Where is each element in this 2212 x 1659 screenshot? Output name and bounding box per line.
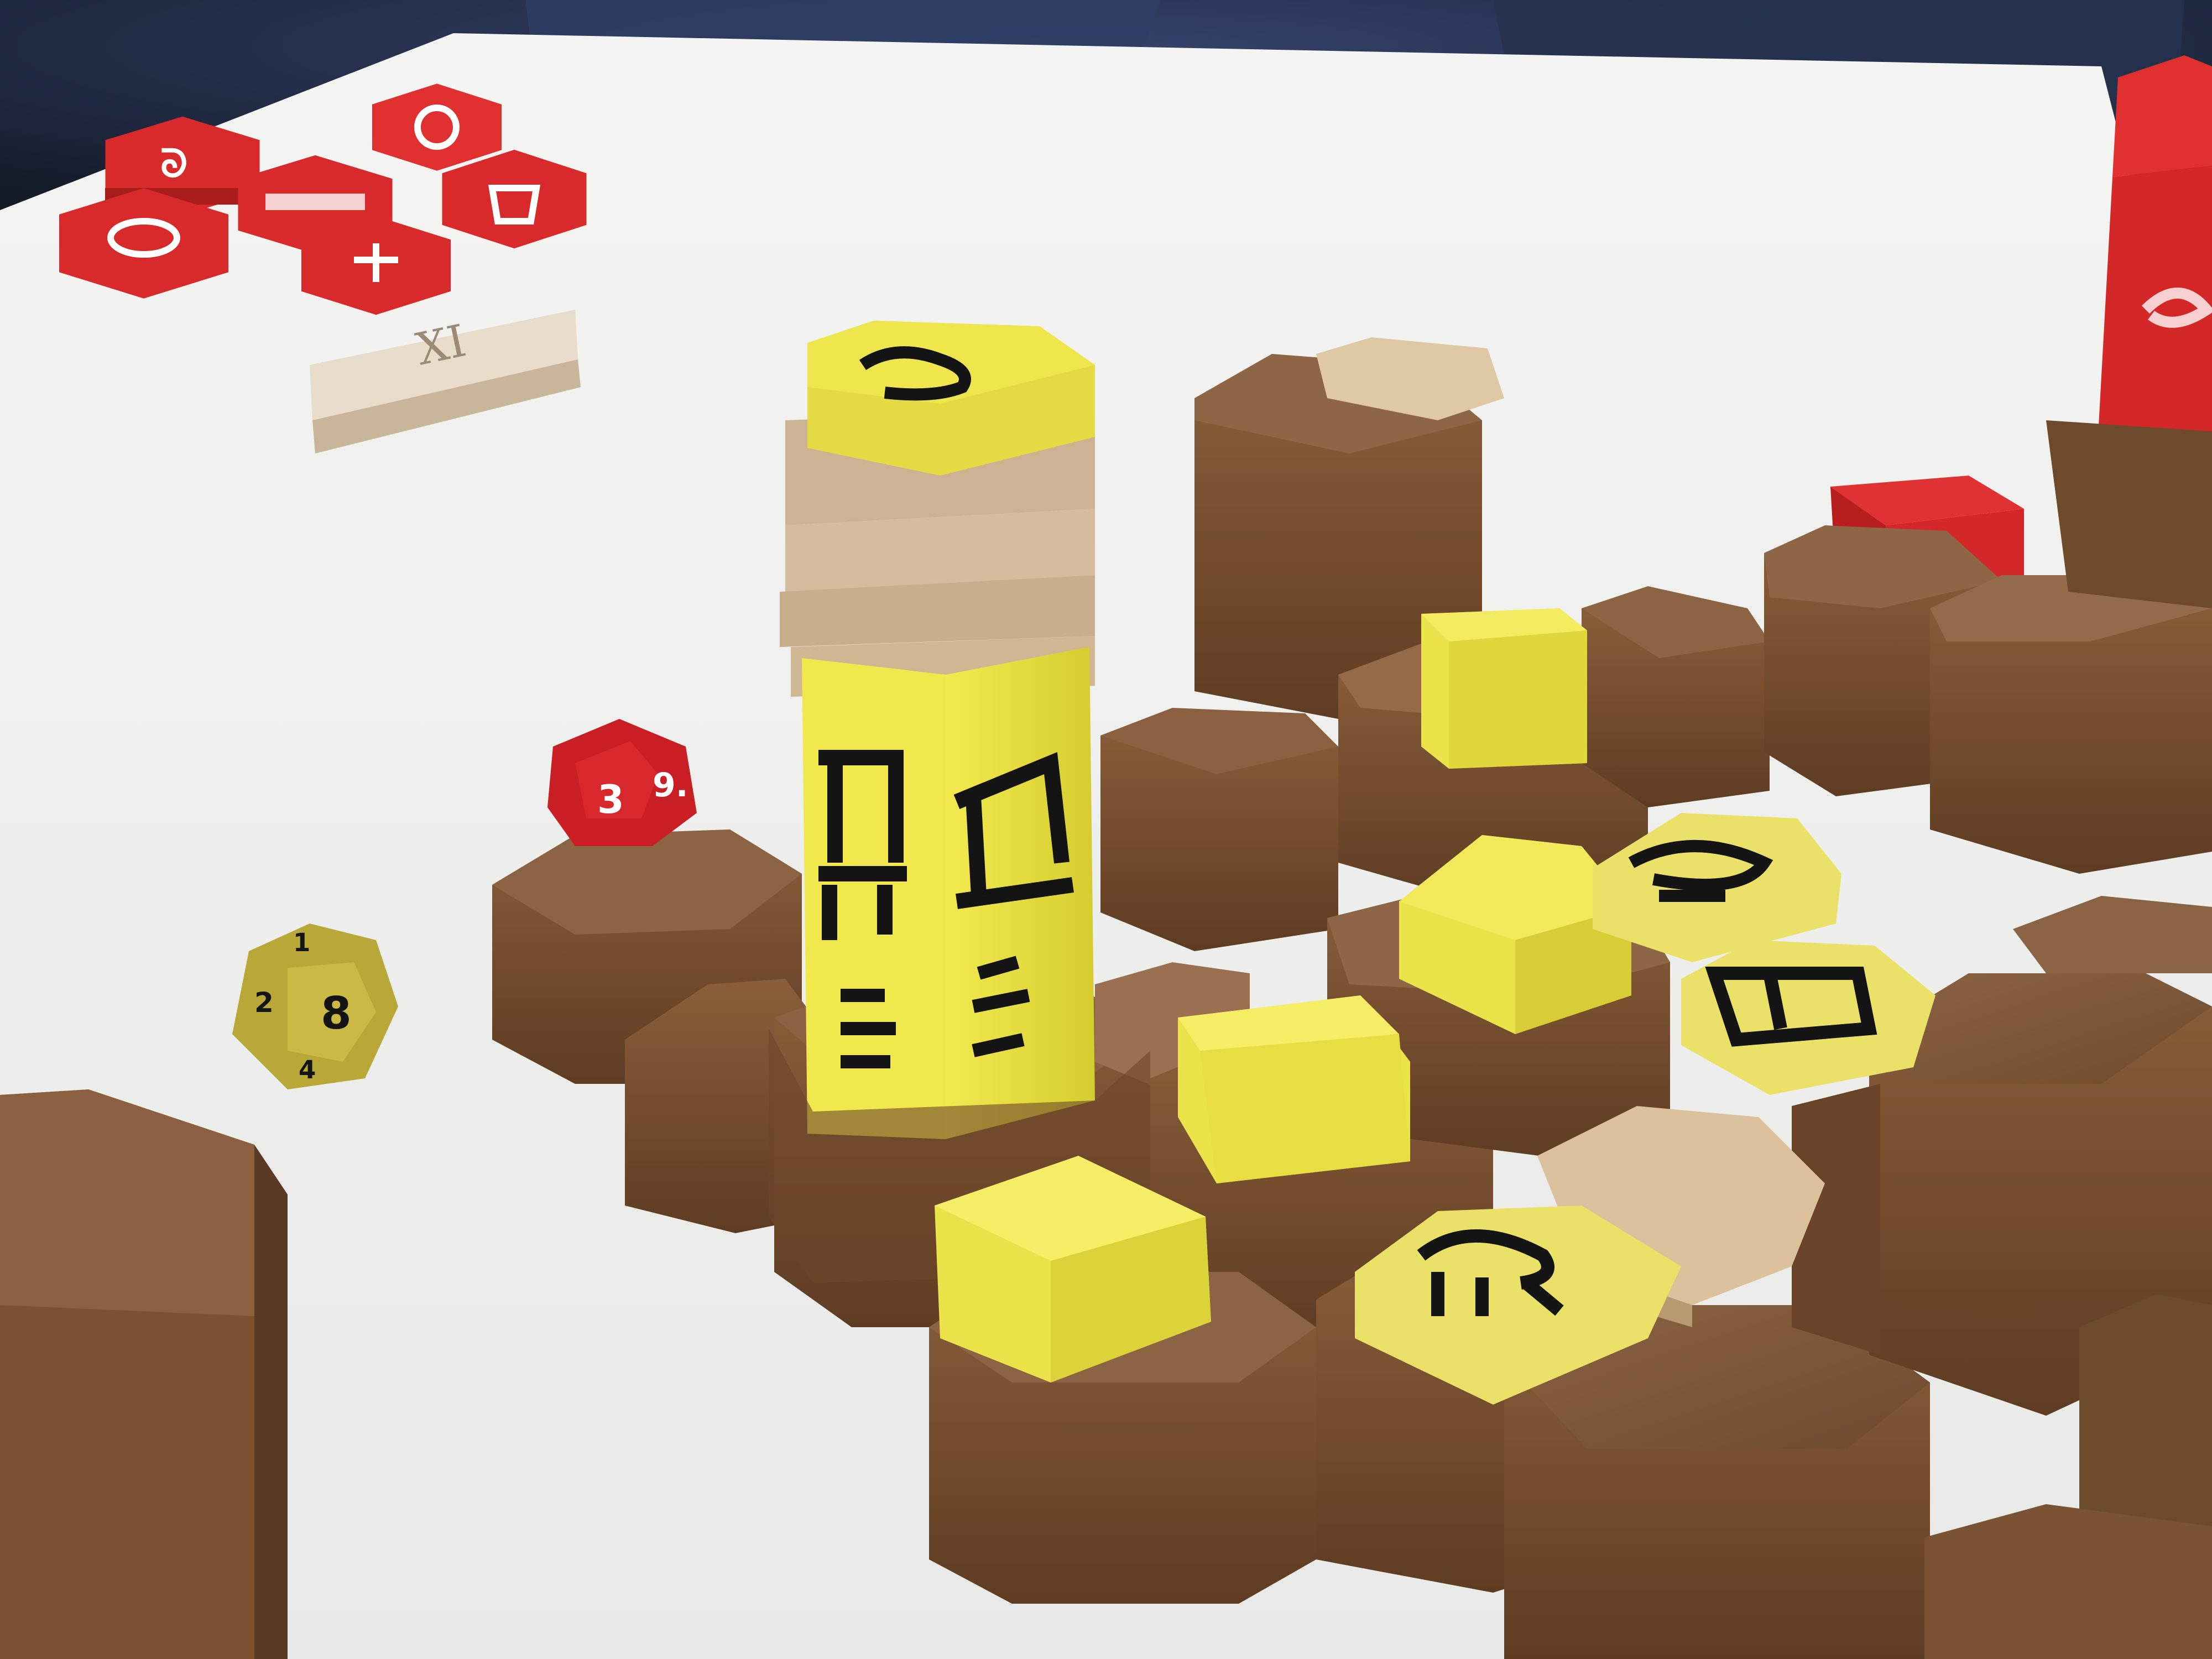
- red-die-number-1: 3: [597, 777, 624, 822]
- yellow-die-number-2: 2: [254, 987, 274, 1019]
- roman-numeral-text: XI: [412, 315, 471, 375]
- walnut-block-front: [0, 1089, 288, 1659]
- svg-text:ᘐ: ᘐ: [160, 141, 187, 186]
- yellow-die-number-1: 1: [293, 928, 310, 957]
- photo-scene: ᘐ XI 3 9. 1 2 8 4: [0, 0, 2212, 1659]
- red-die-number-2: 9.: [653, 766, 688, 805]
- scene-illustration: ᘐ XI 3 9. 1 2 8 4: [0, 0, 2212, 1659]
- yellow-cube-3: [1178, 995, 1410, 1183]
- yellow-die-number-3: 8: [321, 988, 352, 1039]
- yellow-die-number-4: 4: [299, 1055, 316, 1084]
- yellow-cube-1: [1421, 608, 1587, 769]
